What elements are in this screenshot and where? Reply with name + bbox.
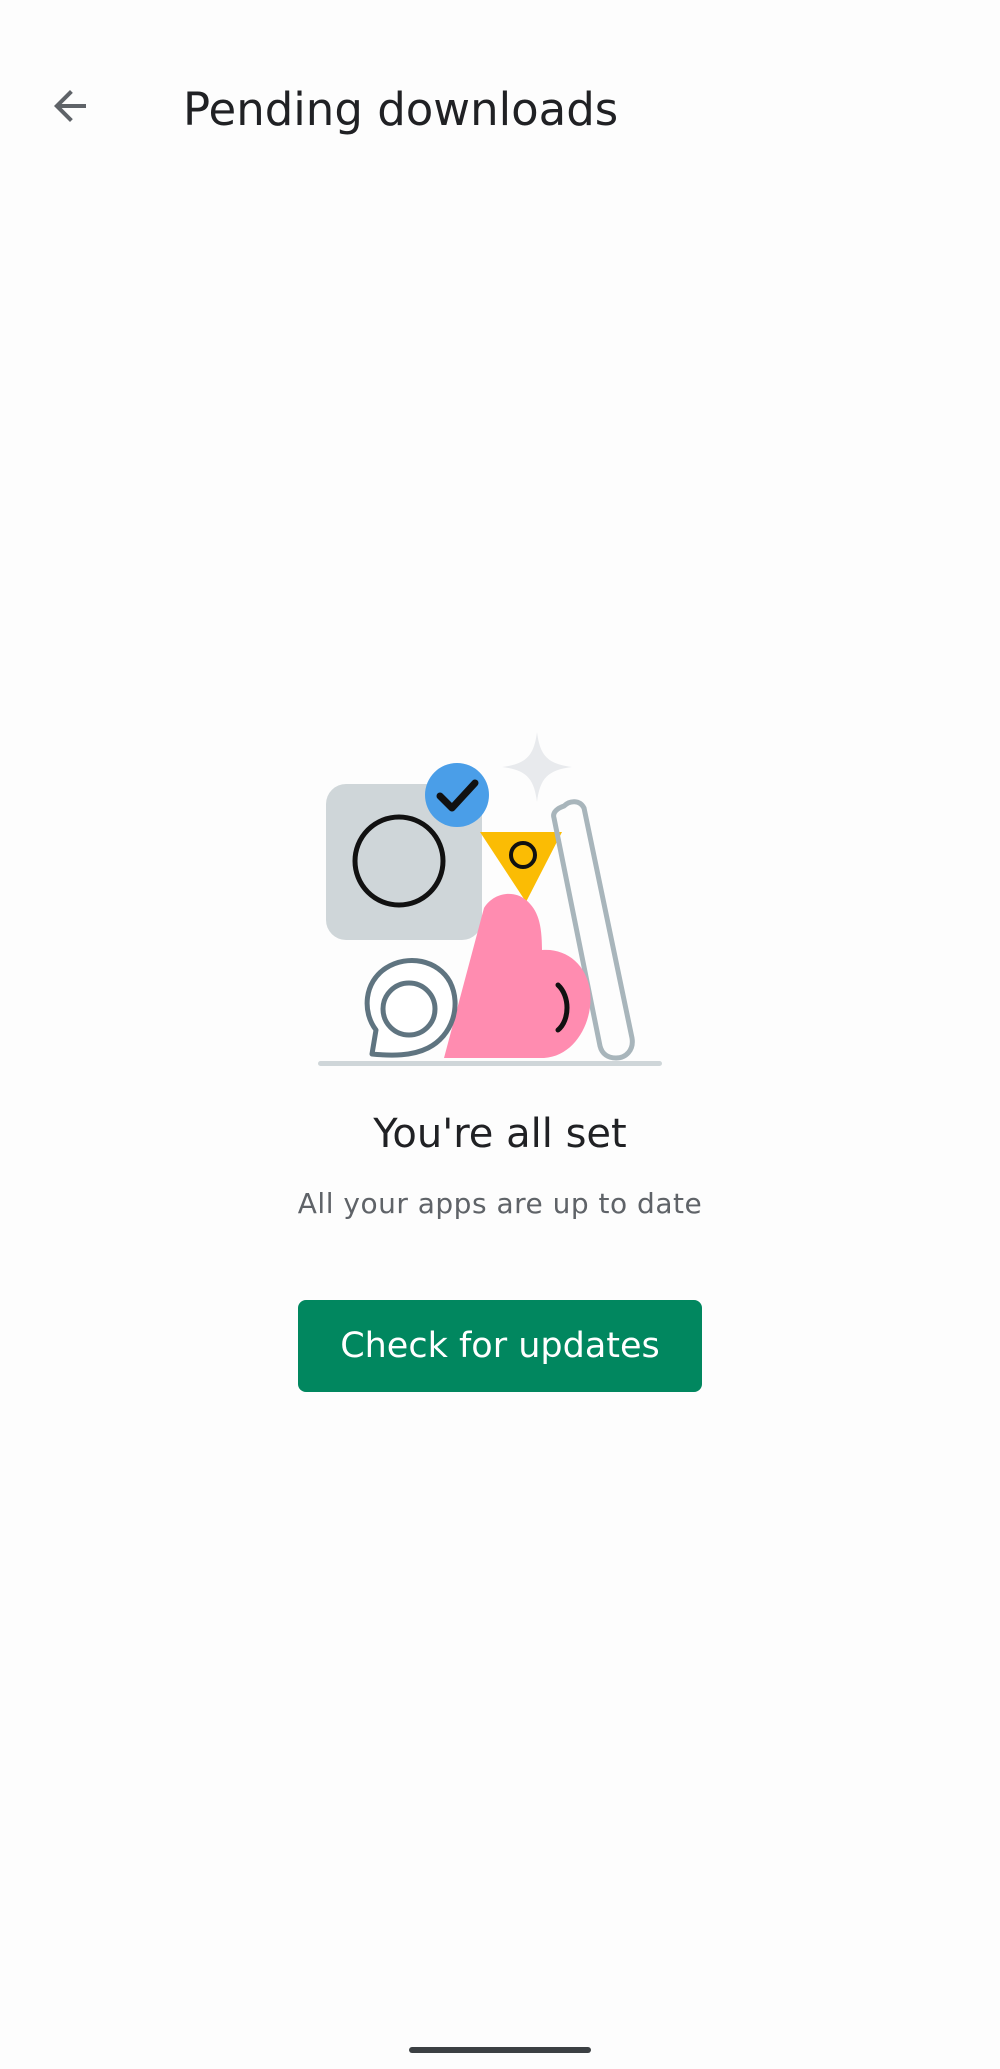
- gesture-navigation-bar[interactable]: [409, 2047, 591, 2053]
- speech-bubble-icon: [364, 958, 458, 1058]
- empty-state: You're all set All your apps are up to d…: [0, 720, 1000, 1400]
- page-title: Pending downloads: [183, 83, 619, 136]
- check-for-updates-button[interactable]: Check for updates: [298, 1300, 702, 1392]
- check-badge-icon: [425, 763, 489, 827]
- top-app-bar: Pending downloads: [0, 0, 1000, 220]
- back-button[interactable]: [34, 70, 106, 142]
- arrow-back-icon: [54, 90, 86, 122]
- status-title: You're all set: [373, 1111, 627, 1157]
- all-set-illustration: [318, 732, 662, 1066]
- ground-line: [318, 1061, 662, 1066]
- status-subtitle: All your apps are up to date: [297, 1187, 703, 1220]
- sparkle-icon: [502, 732, 572, 802]
